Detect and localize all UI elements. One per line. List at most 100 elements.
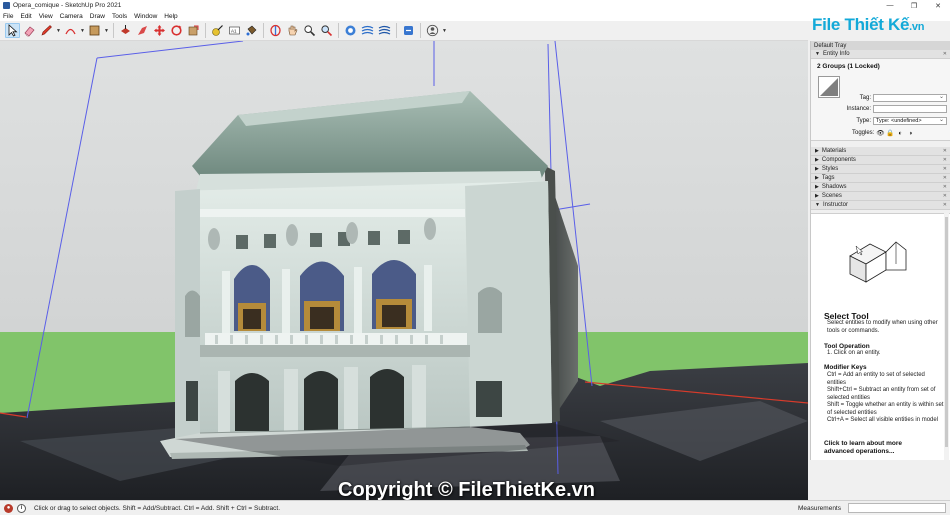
orbit-icon[interactable] xyxy=(268,23,283,38)
measurements-input[interactable] xyxy=(848,503,946,513)
chevron-down-icon[interactable]: ▼ xyxy=(80,28,85,34)
logo-suffix: .vn xyxy=(909,21,925,33)
move-icon[interactable] xyxy=(152,23,167,38)
title-bar: Opera_comique - SketchUp Pro 2021 — ❐ ✕ xyxy=(0,0,950,11)
extension-warehouse-icon[interactable] xyxy=(360,23,375,38)
modeling-viewport[interactable]: Copyright © FileThietKe.vn xyxy=(0,41,808,500)
panel-shadows[interactable]: ▶ Shadows ✕ xyxy=(811,183,950,192)
close-panel-icon[interactable]: ✕ xyxy=(943,193,947,199)
close-panel-icon[interactable]: ✕ xyxy=(943,157,947,163)
panel-scenes[interactable]: ▶ Scenes ✕ xyxy=(811,192,950,201)
arc-icon[interactable] xyxy=(63,23,78,38)
type-dropdown[interactable]: Type: <undefined> xyxy=(873,116,947,125)
large-toolset: ▼ ▼ ▼ A1 ▼ xyxy=(0,21,808,41)
type-label: Type: xyxy=(856,118,871,124)
toolbar-separator xyxy=(263,23,264,38)
menu-camera[interactable]: Camera xyxy=(60,13,87,20)
tape-measure-icon[interactable] xyxy=(210,23,225,38)
chevron-down-icon[interactable]: ▼ xyxy=(104,28,109,34)
instance-row: Instance: xyxy=(841,105,947,113)
collapsed-panels: ▶ Materials ✕ ▶ Components ✕ ▶ Styles ✕ ▶ Tags ✕… xyxy=(811,147,950,210)
copyright-watermark: Copyright © FileThietKe.vn xyxy=(338,479,595,500)
panel-materials[interactable]: ▶ Materials ✕ xyxy=(811,147,950,156)
panel-label: Styles xyxy=(821,166,839,172)
layout-icon[interactable] xyxy=(377,23,392,38)
geo-location-icon[interactable]: ● xyxy=(4,503,13,513)
push-pull-icon[interactable] xyxy=(118,23,133,38)
menu-view[interactable]: View xyxy=(39,13,57,20)
close-panel-icon[interactable]: ✕ xyxy=(943,166,947,172)
expand-triangle-icon: ▶ xyxy=(815,157,819,163)
lock-icon[interactable]: 🔒 xyxy=(886,129,894,137)
pencil-line-icon[interactable] xyxy=(39,23,54,38)
rectangle-icon[interactable] xyxy=(87,23,102,38)
window-title: Opera_comique - SketchUp Pro 2021 xyxy=(13,2,122,9)
panel-label: Instructor xyxy=(822,202,848,208)
menu-window[interactable]: Window xyxy=(134,13,161,20)
panel-entity-info[interactable]: ▼ Entity Info ✕ xyxy=(811,50,950,59)
panel-instructor[interactable]: ▼ Instructor ✕ xyxy=(811,201,950,210)
select-tool-illustration xyxy=(849,241,907,283)
scrollbar-thumb[interactable] xyxy=(945,217,948,447)
menu-tools[interactable]: Tools xyxy=(112,13,131,20)
type-row: Type: Type: <undefined> xyxy=(841,116,947,125)
toggles-label: Toggles: xyxy=(852,130,875,136)
instructor-body: Select Tool Select entities to modify wh… xyxy=(811,213,950,460)
tag-dropdown[interactable] xyxy=(873,93,947,102)
panel-styles[interactable]: ▶ Styles ✕ xyxy=(811,165,950,174)
frieze xyxy=(200,209,465,217)
pan-icon[interactable] xyxy=(285,23,300,38)
maximize-button[interactable]: ❐ xyxy=(902,0,926,11)
menu-edit[interactable]: Edit xyxy=(20,13,35,20)
eraser-icon[interactable] xyxy=(22,23,37,38)
scale-icon[interactable] xyxy=(186,23,201,38)
rotate-icon[interactable] xyxy=(169,23,184,38)
menu-help[interactable]: Help xyxy=(164,13,181,20)
entablature xyxy=(200,345,470,357)
cast-shadows-icon[interactable]: ◐ xyxy=(896,129,904,137)
panel-tags[interactable]: ▶ Tags ✕ xyxy=(811,174,950,183)
zoom-icon[interactable] xyxy=(302,23,317,38)
3d-scene[interactable] xyxy=(0,41,808,500)
close-panel-icon[interactable]: ✕ xyxy=(943,202,947,208)
follow-me-icon[interactable] xyxy=(135,23,150,38)
logo-text: File Thiết Kế.vn xyxy=(812,15,924,35)
close-panel-icon[interactable]: ✕ xyxy=(943,148,947,154)
receive-shadows-icon[interactable]: ◑ xyxy=(906,129,914,137)
profile-icon[interactable] xyxy=(425,23,440,38)
chevron-down-icon[interactable]: ▼ xyxy=(56,28,61,34)
paint-bucket-icon[interactable] xyxy=(244,23,259,38)
expand-triangle-icon: ▶ xyxy=(815,175,819,181)
instance-input[interactable] xyxy=(873,105,947,113)
advanced-operations-link[interactable]: Click to learn about more advanced opera… xyxy=(824,440,924,456)
toolbar-separator xyxy=(113,23,114,38)
expand-triangle-icon: ▶ xyxy=(815,184,819,190)
menu-bar: File Edit View Camera Draw Tools Window … xyxy=(0,11,950,21)
chevron-down-icon[interactable]: ▼ xyxy=(442,28,447,34)
info-icon[interactable]: i xyxy=(17,503,26,513)
close-panel-icon[interactable]: ✕ xyxy=(943,51,947,57)
menu-file[interactable]: File xyxy=(3,13,17,20)
extension-manager-icon[interactable] xyxy=(401,23,416,38)
close-button[interactable]: ✕ xyxy=(926,0,950,11)
toolbar-separator xyxy=(396,23,397,38)
visibility-eye-icon[interactable]: 👁 xyxy=(876,129,884,137)
collapse-triangle-icon: ▼ xyxy=(815,51,820,57)
default-tray: Default Tray ▼ Entity Info ✕ 2 Groups (1… xyxy=(810,41,950,460)
panel-label: Components xyxy=(821,157,856,163)
select-arrow-icon[interactable] xyxy=(5,23,20,38)
minimize-button[interactable]: — xyxy=(878,0,902,11)
dimension-icon[interactable]: A1 xyxy=(227,23,242,38)
toolbar-separator xyxy=(205,23,206,38)
tag-label: Tag: xyxy=(859,95,871,101)
tray-scrollbar[interactable] xyxy=(944,213,949,460)
menu-draw[interactable]: Draw xyxy=(90,13,109,20)
panel-label: Scenes xyxy=(821,193,842,199)
close-panel-icon[interactable]: ✕ xyxy=(943,175,947,181)
3d-warehouse-icon[interactable] xyxy=(343,23,358,38)
filethietke-logo: File Thiết Kế.vn xyxy=(812,12,924,38)
zoom-extents-icon[interactable] xyxy=(319,23,334,38)
sketchup-app-icon xyxy=(3,2,10,9)
close-panel-icon[interactable]: ✕ xyxy=(943,184,947,190)
panel-components[interactable]: ▶ Components ✕ xyxy=(811,156,950,165)
